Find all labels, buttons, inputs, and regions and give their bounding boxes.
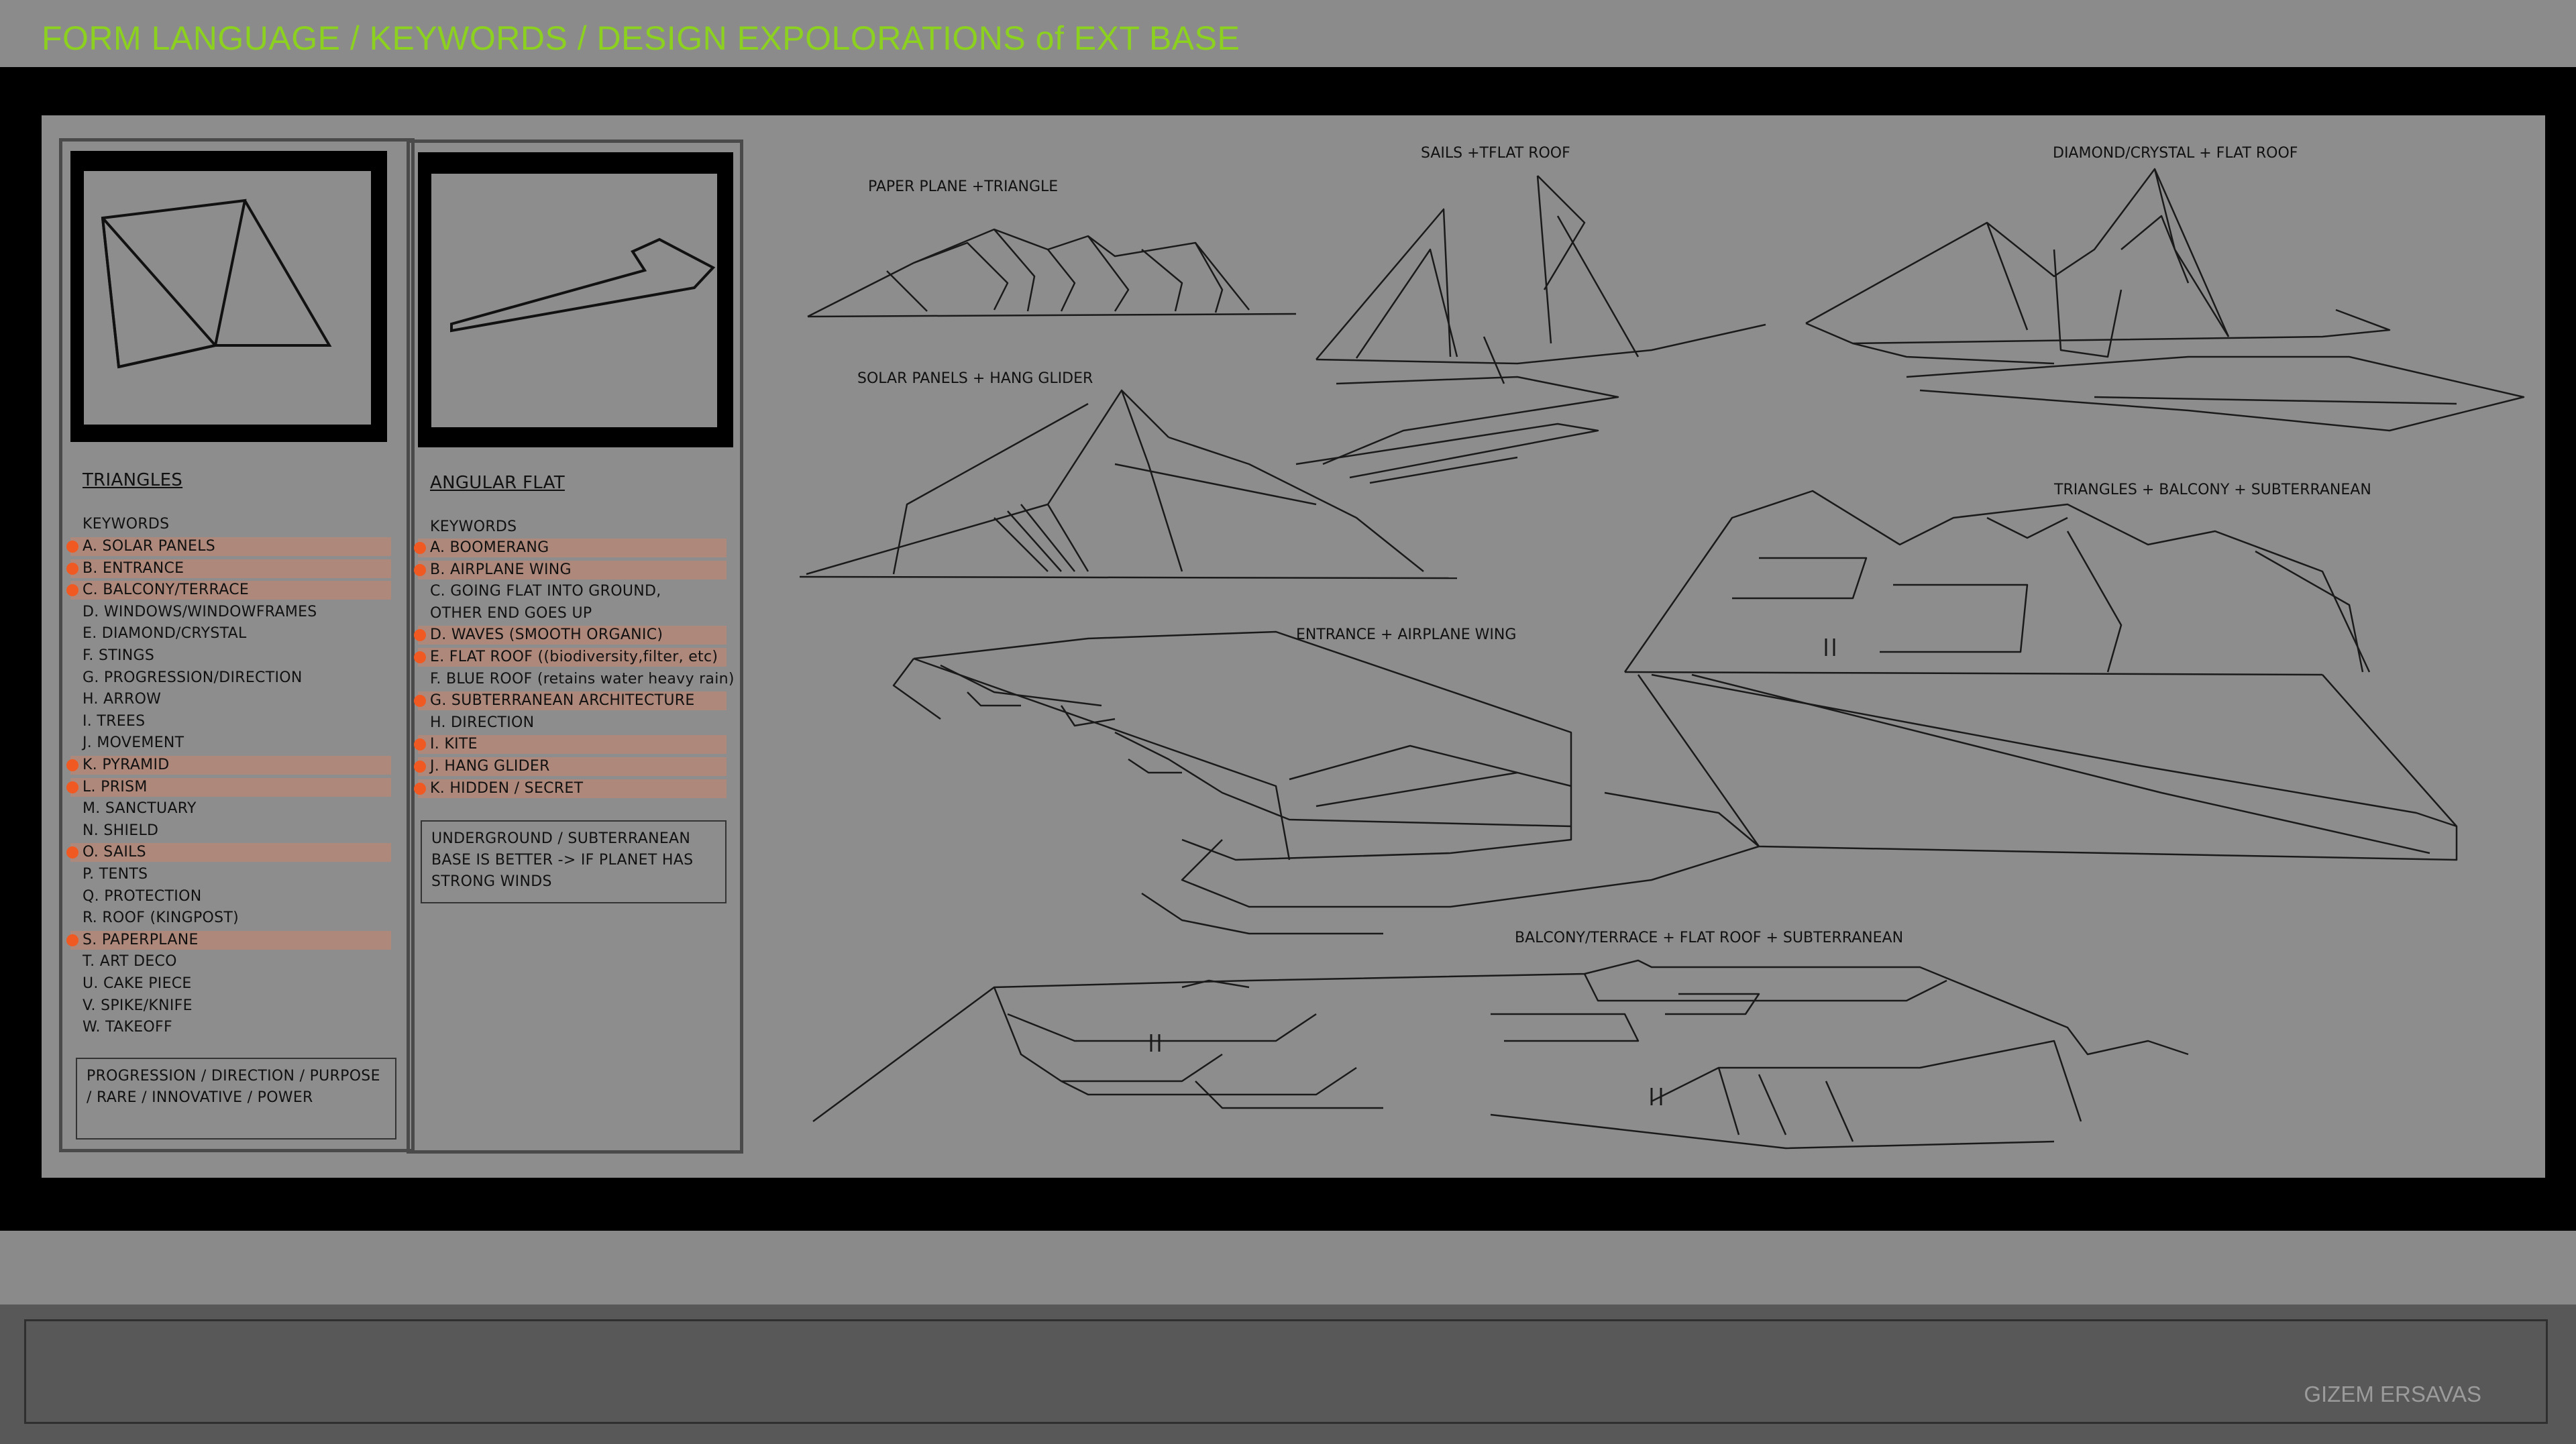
presentation-board: TRIANGLES KEYWORDS A. SOLAR PANELS B. ENT… [42, 115, 2545, 1178]
triangles-balcony-sketch [1623, 490, 2458, 861]
architectural-sketches [799, 168, 2525, 1150]
human-figures [1150, 638, 1835, 1105]
footer: GIZEM ERSAVAS [0, 1304, 2576, 1444]
paper-plane-sketch [807, 228, 1297, 318]
sails-sketch [1295, 175, 1766, 484]
footer-frame: GIZEM ERSAVAS [24, 1319, 2548, 1424]
entrance-sketch [892, 630, 1760, 935]
spacer-band [0, 1231, 2576, 1304]
balcony-terrace-sketch [812, 959, 2189, 1150]
page-title: FORM LANGUAGE / KEYWORDS / DESIGN EXPOLO… [42, 19, 1240, 57]
title-bar: FORM LANGUAGE / KEYWORDS / DESIGN EXPOLO… [0, 0, 2576, 67]
diamond-sketch [1805, 168, 2525, 432]
author-name: GIZEM ERSAVAS [2304, 1382, 2481, 1406]
solar-panels-sketch [799, 389, 1458, 579]
